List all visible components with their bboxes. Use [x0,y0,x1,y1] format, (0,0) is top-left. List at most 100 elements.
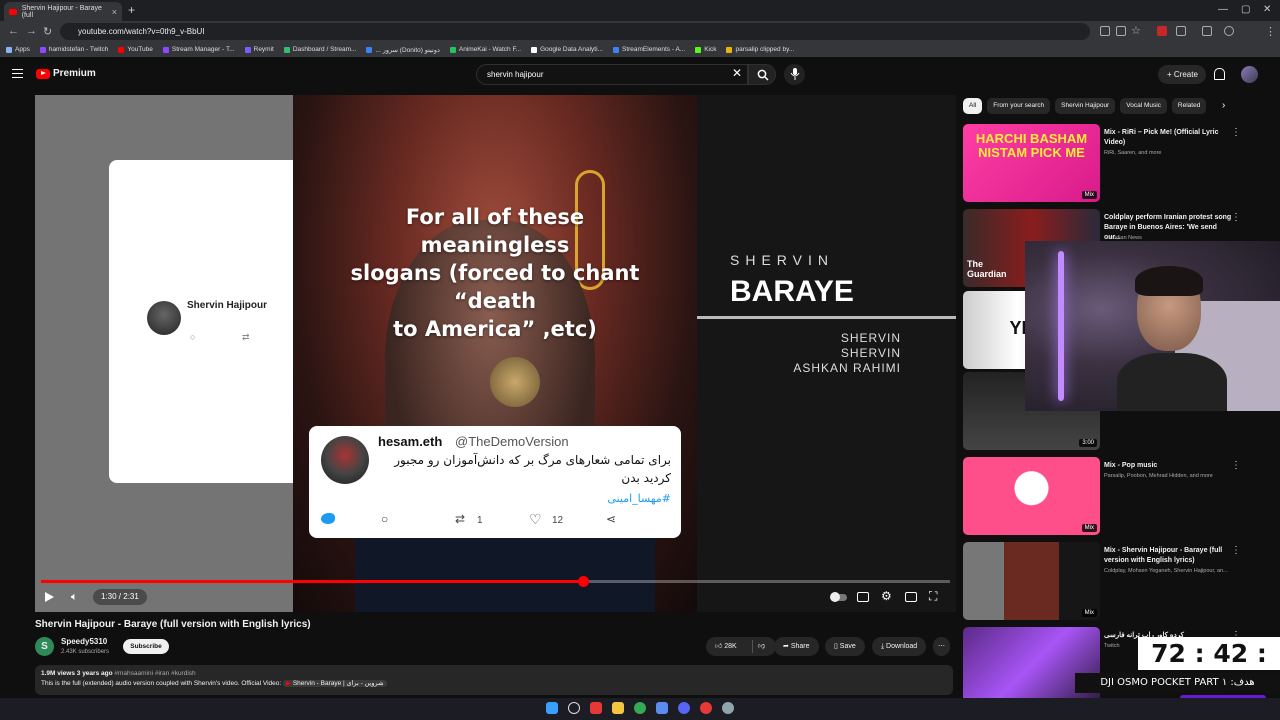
file-explorer-icon[interactable] [612,702,624,714]
filter-chip[interactable]: Related [1171,98,1207,114]
download-button[interactable]: ⤓ Download [872,637,927,656]
new-tab-button[interactable]: + [128,3,135,17]
channel-name[interactable]: Speedy5310 [61,637,107,646]
scrubber-handle[interactable] [577,576,589,587]
more-options-icon[interactable]: ⋮ [1231,460,1241,471]
bookmark-item[interactable]: Stream Manager - T... [162,46,235,53]
divider [752,640,753,653]
maximize-icon[interactable]: ▢ [1241,4,1250,15]
more-actions-button[interactable]: ⋯ [933,637,950,656]
search-icon[interactable] [568,702,580,714]
subscribe-button[interactable]: Subscribe [123,639,169,654]
bookmark-item[interactable]: Kick [695,46,716,53]
autoplay-toggle[interactable] [830,592,847,602]
chrome-icon[interactable] [634,702,646,714]
more-options-icon[interactable]: ⋮ [1231,127,1241,138]
back-icon[interactable]: ← [8,25,19,37]
bookmark-favicon-icon [366,46,373,53]
bookmark-item[interactable]: Dashboard / Stream... [283,46,356,53]
video-player[interactable]: Shervin Hajipour ○ ⇄ For all of these me… [35,95,956,612]
bookmark-item[interactable]: StreamElements - A... [612,46,685,53]
save-button[interactable]: ▯ Save [825,637,865,656]
play-icon[interactable] [45,592,54,602]
profile-icon[interactable] [1224,26,1234,36]
fullscreen-icon[interactable]: ⛶ [929,589,937,604]
filter-chip[interactable]: All [963,98,983,114]
bookmark-item[interactable]: AnimeKai - Watch F... [449,46,521,53]
recommendation-item[interactable]: Mix Mix - Pop music Parsalip, Poobon, Mehr… [963,457,1268,539]
bookmark-item[interactable]: Apps [6,46,30,53]
sidebar-icon[interactable] [1202,26,1212,36]
start-icon[interactable] [546,702,558,714]
filter-chip[interactable]: From your search [987,98,1051,114]
filter-chip[interactable]: Vocal Music [1120,98,1167,114]
search-input[interactable]: shervin hajipour [476,64,748,85]
thumbs-up-icon[interactable]: 👍︎ [715,643,724,650]
captions-icon[interactable] [857,592,869,602]
install-icon[interactable] [1100,26,1110,36]
settings-icon[interactable] [722,702,734,714]
tweet-author-name: hesam.eth [378,434,443,449]
eye-icon[interactable] [1116,26,1126,36]
hamburger-menu-icon[interactable] [12,69,23,78]
bookmark-item[interactable]: parsalip clipped by... [726,46,794,53]
recommendation-title[interactable]: Mix - Pop music [1104,461,1234,471]
bookmark-item[interactable]: YouTube [118,46,153,53]
like-count[interactable]: 28K [724,643,736,650]
minimize-icon[interactable]: — [1218,4,1228,15]
extension-icon[interactable] [1157,26,1167,36]
recommendation-thumbnail[interactable]: Mix [963,457,1100,535]
close-window-icon[interactable]: ✕ [1263,4,1271,15]
recommendation-item[interactable]: Mix Mix - Shervin Hajipour - Baraye (full… [963,542,1268,624]
discord-icon[interactable] [678,702,690,714]
forward-icon[interactable]: → [26,25,37,37]
search-button[interactable] [748,64,776,85]
description-box[interactable]: 1.9M views 3 years ago #mahsaamini #iran… [35,665,953,695]
description-link[interactable]: ▶ Shervin - Baraye | شروین - برای [283,680,387,687]
recommendation-thumbnail[interactable] [963,627,1100,705]
recommendation-thumbnail[interactable]: HARCHI BASHAM NISTAM PICK ME Mix [963,124,1100,202]
browser-toolbar: ← → ↻ youtube.com/watch?v=0th9_v-BbUI ☆ … [0,21,1280,42]
app-icon[interactable] [656,702,668,714]
star-icon[interactable]: ☆ [1131,24,1141,37]
recommendation-item[interactable]: HARCHI BASHAM NISTAM PICK ME Mix Mix - RiR… [963,124,1268,206]
settings-gear-icon[interactable]: ⚙ [881,589,892,603]
volume-icon[interactable]: 🔈︎ [71,591,78,604]
recommendation-thumbnail[interactable]: Mix [963,542,1100,620]
thumbs-down-icon[interactable]: 👎︎ [758,637,765,656]
duration-badge: Mix [1081,609,1097,617]
extensions-puzzle-icon[interactable] [1176,26,1186,36]
more-options-icon[interactable]: ⋮ [1231,212,1241,223]
menu-dots-icon[interactable]: ⋮ [1265,25,1276,38]
media-icon[interactable] [700,702,712,714]
browser-tab[interactable]: Shervin Hajipour - Baraye (full × [4,2,122,21]
share-button[interactable]: ➦ Share [774,637,819,656]
more-options-icon[interactable]: ⋮ [1231,545,1241,556]
clear-search-icon[interactable]: ✕ [732,66,742,80]
donation-goal-label: DJI OSMO POCKET PART ۱ :هدف [1075,673,1280,693]
hashtags[interactable]: #mahsaamini #iran #kurdish [114,670,195,677]
bookmark-item[interactable]: Reymit [244,46,274,53]
miniplayer-icon[interactable] [905,592,917,602]
create-button[interactable]: + Create [1158,65,1206,84]
filter-chip[interactable]: Shervin Hajipour [1055,98,1116,114]
streamer-hair [1135,266,1203,296]
recommendation-title[interactable]: Mix - RiRi – Pick Me! (Official Lyric Vi… [1104,128,1234,148]
voice-search-button[interactable] [784,64,805,85]
account-avatar[interactable] [1241,66,1258,83]
thumbnail-text: HARCHI BASHAM NISTAM PICK ME [975,131,1088,160]
channel-avatar[interactable]: S [35,637,54,656]
app-icon[interactable] [590,702,602,714]
bookmark-item[interactable]: ... سرور (Donito) دونیتو [366,46,440,54]
bookmark-item[interactable]: Google Data Analyti... [531,46,603,53]
youtube-favicon-icon [9,8,17,15]
recommendation-title[interactable]: Mix - Shervin Hajipour - Baraye (full ve… [1104,546,1234,566]
reload-icon[interactable]: ↻ [43,25,52,38]
progress-bar[interactable] [41,576,950,587]
bookmark-item[interactable]: hamidstefan - Twitch [39,46,108,53]
notifications-bell-icon[interactable] [1214,68,1225,80]
chevron-right-icon[interactable]: › [1222,100,1225,111]
address-bar[interactable]: youtube.com/watch?v=0th9_v-BbUI [60,23,1090,40]
close-tab-icon[interactable]: × [112,7,117,17]
youtube-logo[interactable]: Premium [36,68,96,79]
